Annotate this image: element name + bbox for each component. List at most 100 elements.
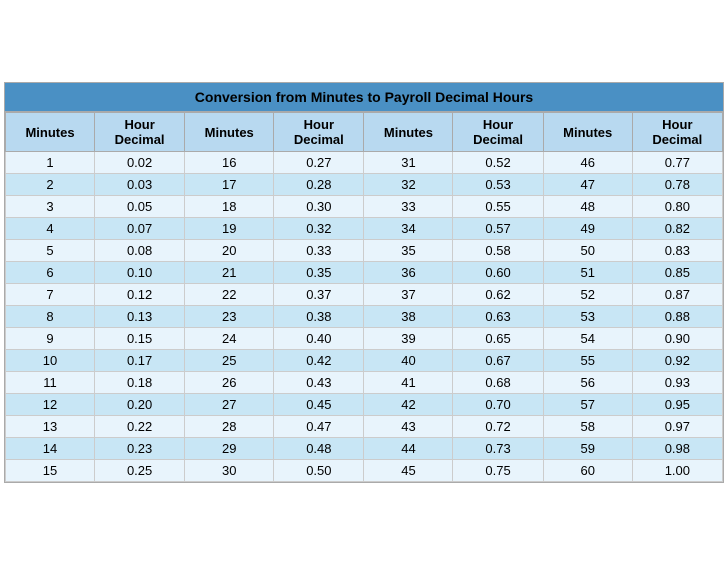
table-cell: 18 xyxy=(185,196,274,218)
table-cell: 3 xyxy=(6,196,95,218)
table-cell: 0.93 xyxy=(632,372,722,394)
table-cell: 0.97 xyxy=(632,416,722,438)
col2-decimal-header: HourDecimal xyxy=(274,113,364,152)
table-cell: 0.18 xyxy=(95,372,185,394)
table-cell: 0.23 xyxy=(95,438,185,460)
table-cell: 0.15 xyxy=(95,328,185,350)
table-cell: 0.68 xyxy=(453,372,543,394)
table-cell: 0.12 xyxy=(95,284,185,306)
table-cell: 0.70 xyxy=(453,394,543,416)
table-cell: 7 xyxy=(6,284,95,306)
table-row: 110.18260.43410.68560.93 xyxy=(6,372,723,394)
table-cell: 24 xyxy=(185,328,274,350)
col4-decimal-header: HourDecimal xyxy=(632,113,722,152)
table-cell: 0.82 xyxy=(632,218,722,240)
col3-minutes-header: Minutes xyxy=(364,113,453,152)
table-cell: 0.95 xyxy=(632,394,722,416)
main-container: Conversion from Minutes to Payroll Decim… xyxy=(4,82,724,483)
table-cell: 43 xyxy=(364,416,453,438)
table-cell: 11 xyxy=(6,372,95,394)
table-cell: 55 xyxy=(543,350,632,372)
table-cell: 26 xyxy=(185,372,274,394)
table-body: 10.02160.27310.52460.7720.03170.28320.53… xyxy=(6,152,723,482)
table-cell: 0.17 xyxy=(95,350,185,372)
table-cell: 0.08 xyxy=(95,240,185,262)
table-row: 10.02160.27310.52460.77 xyxy=(6,152,723,174)
table-cell: 0.87 xyxy=(632,284,722,306)
table-cell: 0.37 xyxy=(274,284,364,306)
table-cell: 50 xyxy=(543,240,632,262)
table-cell: 19 xyxy=(185,218,274,240)
table-cell: 0.10 xyxy=(95,262,185,284)
header-row: Minutes HourDecimal Minutes HourDecimal … xyxy=(6,113,723,152)
table-cell: 46 xyxy=(543,152,632,174)
table-cell: 13 xyxy=(6,416,95,438)
table-cell: 0.35 xyxy=(274,262,364,284)
conversion-table: Minutes HourDecimal Minutes HourDecimal … xyxy=(5,112,723,482)
table-cell: 49 xyxy=(543,218,632,240)
table-cell: 0.57 xyxy=(453,218,543,240)
table-cell: 0.83 xyxy=(632,240,722,262)
table-cell: 0.60 xyxy=(453,262,543,284)
table-cell: 8 xyxy=(6,306,95,328)
table-cell: 28 xyxy=(185,416,274,438)
table-cell: 36 xyxy=(364,262,453,284)
table-cell: 30 xyxy=(185,460,274,482)
table-cell: 0.55 xyxy=(453,196,543,218)
table-cell: 0.47 xyxy=(274,416,364,438)
table-cell: 2 xyxy=(6,174,95,196)
table-cell: 15 xyxy=(6,460,95,482)
table-cell: 60 xyxy=(543,460,632,482)
table-cell: 0.07 xyxy=(95,218,185,240)
table-cell: 41 xyxy=(364,372,453,394)
table-cell: 47 xyxy=(543,174,632,196)
table-cell: 0.72 xyxy=(453,416,543,438)
table-cell: 17 xyxy=(185,174,274,196)
table-cell: 0.32 xyxy=(274,218,364,240)
table-row: 60.10210.35360.60510.85 xyxy=(6,262,723,284)
col2-minutes-header: Minutes xyxy=(185,113,274,152)
table-cell: 0.48 xyxy=(274,438,364,460)
table-row: 20.03170.28320.53470.78 xyxy=(6,174,723,196)
table-row: 80.13230.38380.63530.88 xyxy=(6,306,723,328)
table-cell: 0.98 xyxy=(632,438,722,460)
table-row: 120.20270.45420.70570.95 xyxy=(6,394,723,416)
table-cell: 0.58 xyxy=(453,240,543,262)
table-cell: 0.52 xyxy=(453,152,543,174)
table-cell: 25 xyxy=(185,350,274,372)
col4-minutes-header: Minutes xyxy=(543,113,632,152)
table-cell: 0.43 xyxy=(274,372,364,394)
table-cell: 32 xyxy=(364,174,453,196)
table-cell: 0.92 xyxy=(632,350,722,372)
table-cell: 48 xyxy=(543,196,632,218)
table-cell: 0.03 xyxy=(95,174,185,196)
table-cell: 0.22 xyxy=(95,416,185,438)
table-cell: 53 xyxy=(543,306,632,328)
table-cell: 42 xyxy=(364,394,453,416)
table-cell: 21 xyxy=(185,262,274,284)
table-cell: 35 xyxy=(364,240,453,262)
table-row: 150.25300.50450.75601.00 xyxy=(6,460,723,482)
table-cell: 12 xyxy=(6,394,95,416)
table-cell: 0.50 xyxy=(274,460,364,482)
table-cell: 0.85 xyxy=(632,262,722,284)
table-cell: 0.05 xyxy=(95,196,185,218)
table-cell: 0.40 xyxy=(274,328,364,350)
table-cell: 0.90 xyxy=(632,328,722,350)
table-cell: 4 xyxy=(6,218,95,240)
table-cell: 10 xyxy=(6,350,95,372)
table-cell: 0.78 xyxy=(632,174,722,196)
table-cell: 0.65 xyxy=(453,328,543,350)
table-cell: 0.28 xyxy=(274,174,364,196)
table-cell: 27 xyxy=(185,394,274,416)
table-cell: 20 xyxy=(185,240,274,262)
table-cell: 57 xyxy=(543,394,632,416)
table-cell: 45 xyxy=(364,460,453,482)
table-cell: 0.67 xyxy=(453,350,543,372)
table-cell: 0.33 xyxy=(274,240,364,262)
col1-decimal-header: HourDecimal xyxy=(95,113,185,152)
col1-minutes-header: Minutes xyxy=(6,113,95,152)
table-cell: 0.13 xyxy=(95,306,185,328)
table-cell: 0.73 xyxy=(453,438,543,460)
table-cell: 0.38 xyxy=(274,306,364,328)
